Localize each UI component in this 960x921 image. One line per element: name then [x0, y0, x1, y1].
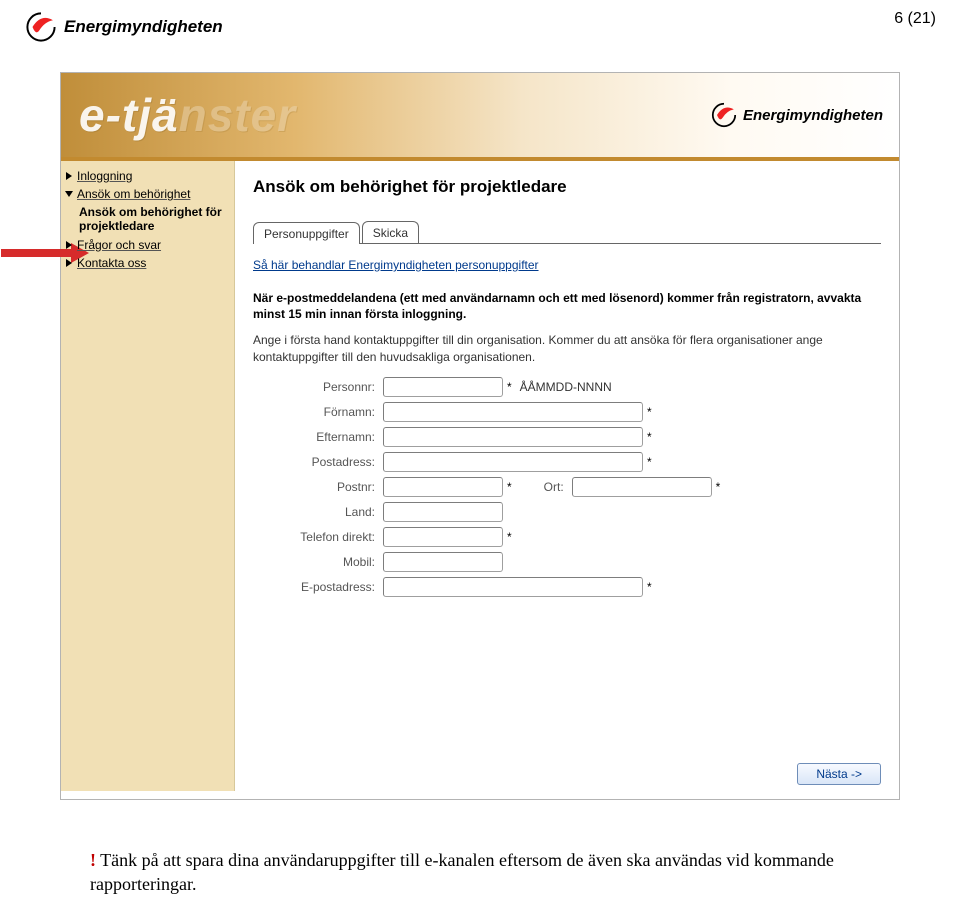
- required-star: *: [507, 380, 512, 394]
- tab-personuppgifter[interactable]: Personuppgifter: [253, 222, 360, 244]
- personnr-hint: ÅÅMMDD-NNNN: [520, 380, 612, 394]
- sidebar-item-kontakta-oss[interactable]: Kontakta oss: [61, 254, 234, 272]
- sidebar-item-ansok-projektledare[interactable]: Ansök om behörighet för projektledare: [61, 203, 234, 236]
- sidebar-item-inloggning[interactable]: Inloggning: [61, 167, 234, 185]
- important-note: När e-postmeddelandena (ett med användar…: [253, 290, 881, 322]
- efternamn-input[interactable]: [383, 427, 643, 447]
- required-star: *: [647, 455, 652, 469]
- sidebar-item-fragor-svar[interactable]: Frågor och svar: [61, 236, 234, 254]
- epost-label: E-postadress:: [253, 580, 383, 594]
- ort-label: Ort:: [512, 480, 572, 494]
- postnr-label: Postnr:: [253, 480, 383, 494]
- caption-text: ! Tänk på att spara dina användaruppgift…: [90, 848, 870, 897]
- banner-logo: Energimyndigheten: [710, 101, 883, 129]
- tab-label: Personuppgifter: [264, 227, 349, 241]
- banner-title: e-tjänster: [79, 88, 296, 142]
- postnr-input[interactable]: [383, 477, 503, 497]
- swirl-icon: [710, 101, 738, 129]
- land-label: Land:: [253, 505, 383, 519]
- personnr-input[interactable]: [383, 377, 503, 397]
- info-link[interactable]: Så här behandlar Energimyndigheten perso…: [253, 258, 539, 272]
- swirl-icon: [24, 10, 58, 44]
- required-star: *: [647, 405, 652, 419]
- fornamn-input[interactable]: [383, 402, 643, 422]
- required-star: *: [647, 430, 652, 444]
- chevron-right-icon: [66, 172, 72, 180]
- epost-input[interactable]: [383, 577, 643, 597]
- efternamn-label: Efternamn:: [253, 430, 383, 444]
- sidebar-item-label: Inloggning: [77, 169, 132, 183]
- caption-body: Tänk på att spara dina användaruppgifter…: [90, 850, 834, 894]
- chevron-down-icon: [65, 191, 73, 197]
- main-content: Ansök om behörighet för projektledare Pe…: [235, 161, 899, 799]
- sidebar-item-label: Ansök om behörighet för projektledare: [79, 205, 222, 233]
- telefon-input[interactable]: [383, 527, 503, 547]
- chevron-right-icon: [66, 241, 72, 249]
- tabs: Personuppgifter Skicka: [253, 221, 881, 244]
- sidebar: Inloggning Ansök om behörighet Ansök om …: [61, 161, 235, 791]
- required-star: *: [507, 530, 512, 544]
- ort-input[interactable]: [572, 477, 712, 497]
- required-star: *: [716, 480, 721, 494]
- land-input[interactable]: [383, 502, 503, 522]
- chevron-right-icon: [66, 259, 72, 267]
- banner: e-tjänster Energimyndigheten: [61, 73, 899, 161]
- sidebar-item-label: Frågor och svar: [77, 238, 161, 252]
- telefon-label: Telefon direkt:: [253, 530, 383, 544]
- tab-label: Skicka: [373, 226, 408, 240]
- postadress-label: Postadress:: [253, 455, 383, 469]
- page-number: 6 (21): [894, 10, 936, 28]
- app-screenshot: e-tjänster Energimyndigheten Inloggning …: [60, 72, 900, 800]
- next-button[interactable]: Nästa ->: [797, 763, 881, 785]
- sidebar-item-label: Ansök om behörighet: [77, 187, 190, 201]
- tab-skicka[interactable]: Skicka: [362, 221, 419, 243]
- org-name: Energimyndigheten: [64, 17, 223, 37]
- required-star: *: [647, 580, 652, 594]
- fornamn-label: Förnamn:: [253, 405, 383, 419]
- document-header: Energimyndigheten 6 (21): [0, 0, 960, 48]
- banner-title-faded: nster: [179, 89, 296, 141]
- mobil-input[interactable]: [383, 552, 503, 572]
- personnr-label: Personnr:: [253, 380, 383, 394]
- org-logo: Energimyndigheten: [24, 10, 223, 44]
- banner-logo-text: Energimyndigheten: [743, 107, 883, 124]
- instruction-note: Ange i första hand kontaktuppgifter till…: [253, 332, 881, 364]
- mobil-label: Mobil:: [253, 555, 383, 569]
- sidebar-item-ansok-behorighet[interactable]: Ansök om behörighet: [61, 185, 234, 203]
- page-title: Ansök om behörighet för projektledare: [253, 177, 881, 197]
- postadress-input[interactable]: [383, 452, 643, 472]
- sidebar-item-label: Kontakta oss: [77, 256, 146, 270]
- banner-title-main: e-tjä: [79, 89, 179, 141]
